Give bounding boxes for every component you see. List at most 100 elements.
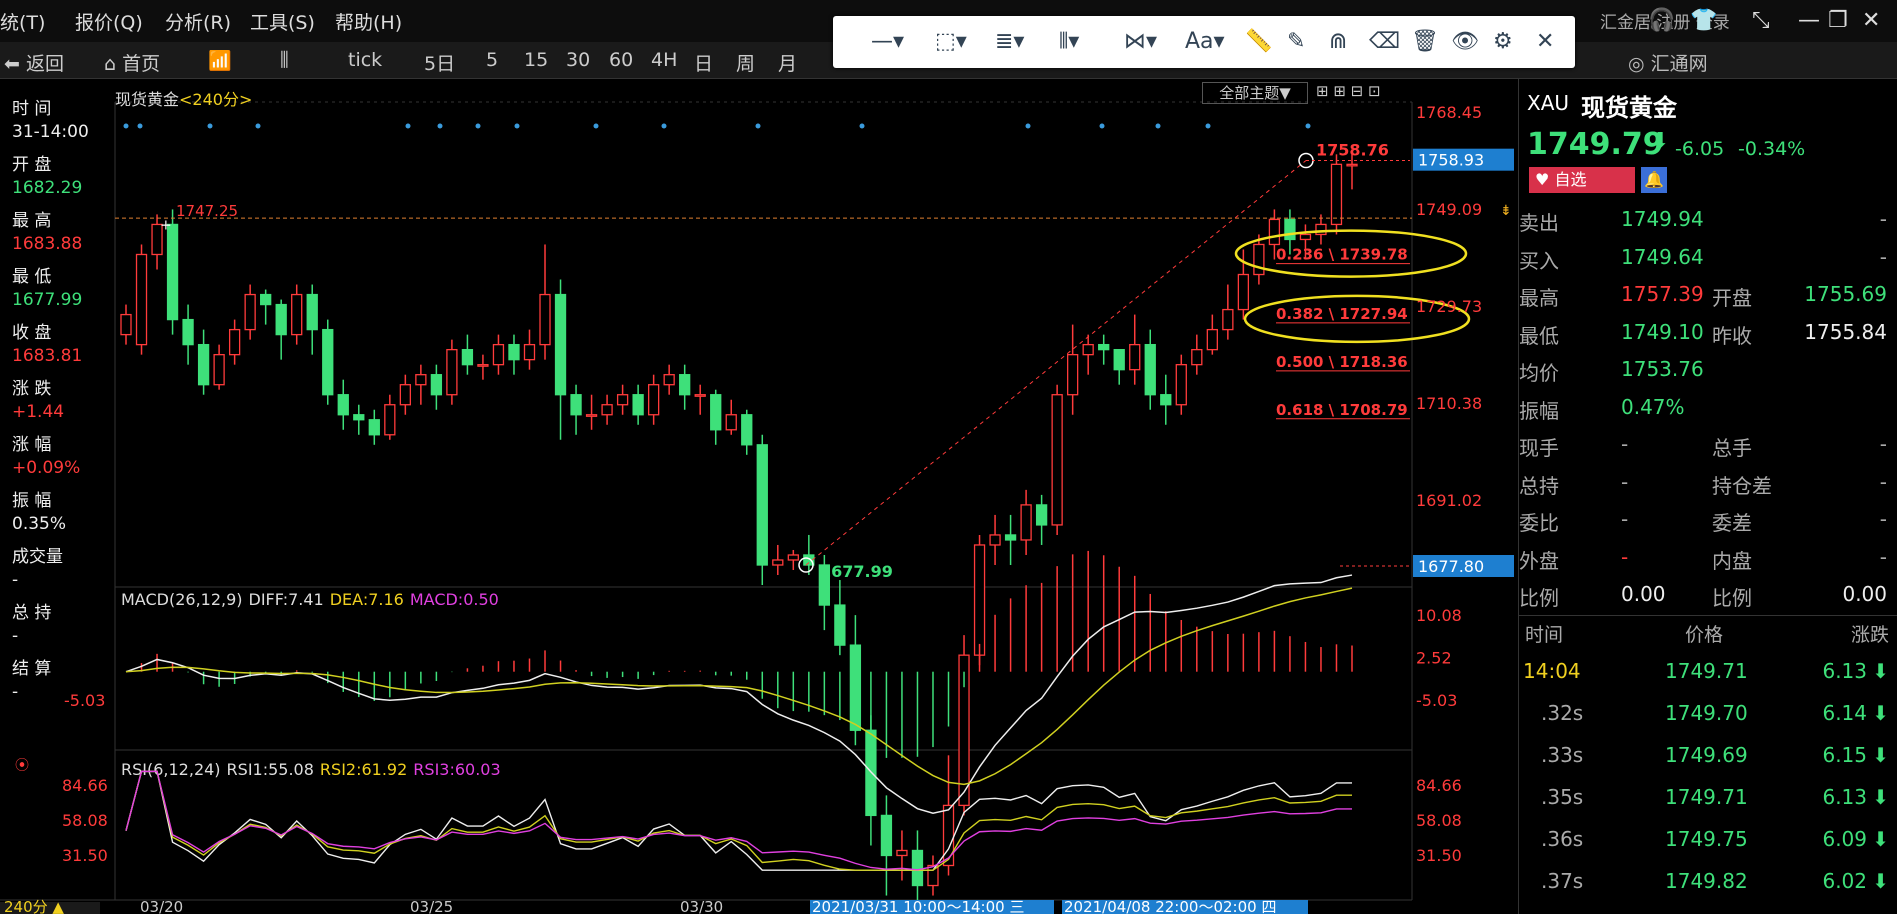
menu-analysis[interactable]: 分析(R) <box>165 8 231 35</box>
period-label: <240分> <box>179 90 253 109</box>
rsi-line <box>125 770 1352 871</box>
quote-row-value2: 1755.84 <box>1804 319 1887 344</box>
chart-layout-icons[interactable]: ⊞ ⊞ ⊟ ⊡ <box>1316 82 1381 100</box>
headset-icon[interactable]: 🎧 <box>1648 8 1675 33</box>
rsi-line <box>125 770 1352 871</box>
info-value: - <box>12 682 19 702</box>
ruler-tool-icon[interactable]: 📏 <box>1245 30 1272 54</box>
minimize-icon[interactable]: — <box>1798 8 1820 33</box>
period-15[interactable]: 15 <box>524 49 548 71</box>
quote-row-label: 委比 <box>1519 511 1559 535</box>
period-week[interactable]: 周 <box>736 49 755 76</box>
tick-price: 1749.82 <box>1665 869 1748 893</box>
channel-tool-icon[interactable]: ⫴▾ <box>1059 30 1079 54</box>
quote-symbol: XAU <box>1527 91 1570 115</box>
rsi-left-tick: 58.08 <box>62 811 108 830</box>
eye-tool-icon[interactable]: 👁 <box>1451 30 1479 54</box>
close-window-icon[interactable]: ✕ <box>1862 8 1880 33</box>
rect-tool-icon[interactable]: ⬚▾ <box>935 30 967 54</box>
period-5[interactable]: 5 <box>486 49 498 71</box>
candle-body <box>1051 394 1063 526</box>
text-tool-icon[interactable]: Aa▾ <box>1185 30 1225 54</box>
period-4h[interactable]: 4H <box>651 49 677 71</box>
menu-system[interactable]: 统(T) <box>0 8 45 35</box>
candle-body <box>1067 354 1079 396</box>
candle-body <box>1129 343 1141 371</box>
price-tick: 1710.38 <box>1416 394 1482 413</box>
candle-body <box>197 343 210 386</box>
indicator-toggle-icon[interactable]: ⦿ <box>15 758 29 774</box>
tick-time: .36s <box>1541 827 1584 851</box>
date-label: 03/20 <box>140 898 183 914</box>
menu-tools[interactable]: 工具(S) <box>250 8 315 35</box>
candle-body <box>399 384 411 406</box>
signal-dot <box>514 123 520 129</box>
info-label: 时 间 <box>12 99 52 119</box>
info-value: 1683.81 <box>12 346 83 366</box>
quote-row-value: - <box>1621 507 1629 531</box>
signal-dot <box>437 123 443 129</box>
eraser-tool-icon[interactable]: ⌫ <box>1369 30 1400 54</box>
candle-body <box>1237 273 1250 311</box>
tick-time: .32s <box>1541 701 1584 725</box>
tick-button[interactable]: tick <box>348 49 382 71</box>
candle-body <box>663 374 675 386</box>
theme-dropdown[interactable]: 全部主题▼ <box>1202 82 1308 104</box>
tick-price: 1749.69 <box>1665 743 1748 767</box>
pattern-tool-icon[interactable]: ⋈▾ <box>1124 30 1157 54</box>
pen-tool-icon[interactable]: ✎ <box>1287 30 1305 54</box>
shrink-icon[interactable]: ⤡ <box>1752 8 1770 33</box>
symbol-name: 现货黄金 <box>115 90 180 109</box>
fib-tool-icon[interactable]: ≣▾ <box>995 30 1024 54</box>
macd-legend-item: DEA:7.16 <box>330 590 404 609</box>
line-tool-icon[interactable]: —▾ <box>871 30 904 54</box>
period-day[interactable]: 日 <box>694 49 713 76</box>
candle-body <box>911 849 924 887</box>
cross-marker: + <box>160 217 172 233</box>
tick-change: 6.02 <box>1822 869 1867 893</box>
tick-price: 1749.75 <box>1665 827 1748 851</box>
candle-body <box>120 313 132 336</box>
candle-body <box>1082 343 1094 356</box>
signal-dot <box>755 123 761 129</box>
quote-row-value: 1749.64 <box>1621 244 1704 269</box>
candle-chart-icon[interactable]: ⫼ <box>280 49 289 71</box>
brand-link[interactable]: ◎ 汇通网 <box>1628 49 1708 76</box>
price-tick: 1729.73 <box>1416 297 1482 316</box>
quote-row-label2: 内盘 <box>1712 548 1752 573</box>
rsi-title: RSI(6,12,24) RSI1:55.08 RSI2:61.92 RSI3:60.… <box>121 760 501 779</box>
period-5d[interactable]: 5日 <box>424 49 455 76</box>
hline-label: 1747.25 <box>176 202 238 220</box>
candle-body <box>446 348 458 396</box>
candle-body <box>1191 348 1203 366</box>
magnet-tool-icon[interactable]: ⋒ <box>1329 30 1347 54</box>
quote-row-label2: 昨收 <box>1712 323 1752 348</box>
info-label: 总 持 <box>12 603 52 623</box>
back-button[interactable]: ⬅ 返回 <box>4 49 64 76</box>
candle-body <box>1113 348 1125 371</box>
quote-row-value: 0.00 <box>1621 582 1666 606</box>
restore-icon[interactable]: ❐ <box>1828 8 1848 33</box>
menu-quote[interactable]: 报价(Q) <box>75 8 143 35</box>
trash-tool-icon[interactable]: 🗑 <box>1411 30 1439 54</box>
close-toolbar-icon[interactable]: ✕ <box>1536 30 1554 54</box>
shirt-icon[interactable]: 👕 <box>1690 8 1717 33</box>
favorite-button[interactable]: ♥ 自选 <box>1529 167 1635 193</box>
period-60[interactable]: 60 <box>609 49 633 71</box>
period-30[interactable]: 30 <box>566 49 590 71</box>
period-button[interactable]: 240分 ▲ <box>4 898 64 914</box>
info-label: 结 算 <box>12 659 52 679</box>
settings-tool-icon[interactable]: ⚙ <box>1493 30 1513 54</box>
back-label: 返回 <box>25 53 64 75</box>
bell-icon[interactable]: 🔔 <box>1641 167 1667 193</box>
signal-dot <box>1305 123 1311 129</box>
home-button[interactable]: ⌂ 首页 <box>104 49 160 76</box>
period-month[interactable]: 月 <box>778 49 797 76</box>
menu-help[interactable]: 帮助(H) <box>335 8 402 35</box>
candle-body <box>756 444 768 566</box>
rsi-line <box>125 770 1352 871</box>
tick-down-icon: ⬇ <box>1872 701 1889 725</box>
quote-row-value: 0.47% <box>1621 394 1685 419</box>
chart-area[interactable]: 1747.25 1677.99 1758.76 0.236 \ 1739.78 0.38… <box>0 79 1516 914</box>
line-chart-icon[interactable]: 📶 <box>208 49 232 72</box>
